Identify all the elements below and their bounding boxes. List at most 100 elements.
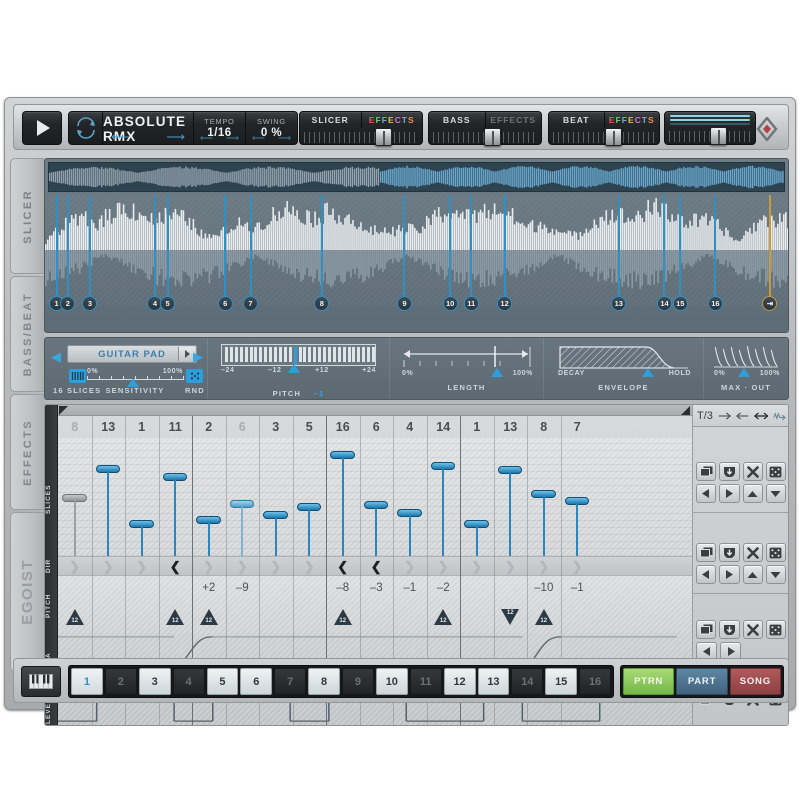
clear-button[interactable] bbox=[742, 462, 763, 481]
slice-marker-line[interactable] bbox=[449, 195, 452, 296]
slice-number-cell[interactable]: 5 bbox=[293, 416, 327, 438]
slice-end-handle[interactable]: ⇥ bbox=[762, 296, 778, 311]
pattern-button-5[interactable]: 5 bbox=[206, 668, 239, 695]
octave-up-marker[interactable]: 12 bbox=[166, 609, 185, 626]
pattern-button-14[interactable]: 14 bbox=[511, 668, 544, 695]
pitch-value-cell[interactable]: –8 bbox=[326, 580, 360, 596]
slice-end-line[interactable] bbox=[768, 195, 771, 296]
pattern-button-6[interactable]: 6 bbox=[240, 668, 273, 695]
loop-end-handle[interactable] bbox=[681, 406, 690, 415]
slice-number-cell[interactable]: 13 bbox=[92, 416, 126, 438]
slice-marker-2[interactable]: 2 bbox=[60, 296, 76, 311]
slice-marker-10[interactable]: 10 bbox=[442, 296, 458, 311]
module-bass[interactable]: BASS EFFECTS bbox=[428, 111, 542, 146]
sensitivity-control[interactable]: 0% 100% SENSITIVITY bbox=[87, 368, 184, 395]
slice-number-cell[interactable]: 7 bbox=[561, 416, 595, 438]
slice-marker-16[interactable]: 16 bbox=[707, 296, 723, 311]
nudge-up-button[interactable] bbox=[742, 565, 763, 584]
keyboard-button[interactable] bbox=[21, 666, 61, 697]
master-slider[interactable] bbox=[667, 127, 753, 145]
direction-forward-icon[interactable]: ❯ bbox=[293, 559, 327, 575]
slice-marker-13[interactable]: 13 bbox=[611, 296, 627, 311]
mode-button-ptrn[interactable]: PTRN bbox=[623, 668, 675, 695]
pitch-value-cell[interactable]: –2 bbox=[427, 580, 461, 596]
tempo-next-icon[interactable]: ⟶ bbox=[226, 134, 239, 143]
tempo-control[interactable]: TEMPO 1/16 ⟵ ⟶ bbox=[193, 112, 245, 144]
module-slicer[interactable]: SLICER EFFECTS bbox=[299, 111, 423, 146]
pattern-button-3[interactable]: 3 bbox=[138, 668, 171, 695]
loop-start-handle[interactable] bbox=[59, 406, 68, 415]
mode-button-song[interactable]: SONG bbox=[729, 668, 781, 695]
dice-button[interactable] bbox=[765, 620, 786, 639]
module-slider[interactable] bbox=[302, 128, 420, 146]
module-name[interactable]: BASS bbox=[429, 112, 486, 128]
quantize-value[interactable]: T/3 bbox=[697, 410, 713, 422]
module-slider-knob[interactable] bbox=[484, 128, 502, 146]
nudge-up-button[interactable] bbox=[742, 484, 763, 503]
arrow-left-icon[interactable] bbox=[735, 410, 749, 422]
direction-reverse-icon[interactable]: ❮ bbox=[360, 559, 394, 575]
envelope-slider-handle[interactable] bbox=[641, 368, 654, 377]
slice-number-cell[interactable]: 11 bbox=[159, 416, 193, 438]
octave-up-marker[interactable]: 12 bbox=[534, 609, 553, 626]
slice-marker-line[interactable] bbox=[714, 195, 717, 296]
mode-button-part[interactable]: PART bbox=[676, 668, 728, 695]
slice-marker-12[interactable]: 12 bbox=[497, 296, 513, 311]
direction-forward-icon[interactable]: ❯ bbox=[494, 559, 528, 575]
direction-lane[interactable]: ❯ ❯ ❯ ❮ ❯ ❯ ❯ ❯ ❮ ❮ ❯ ❯ ❯ ❯ ❯ ❯ bbox=[58, 556, 788, 576]
direction-forward-icon[interactable]: ❯ bbox=[527, 559, 561, 575]
nudge-right-button[interactable] bbox=[719, 484, 740, 503]
pattern-button-11[interactable]: 11 bbox=[409, 668, 442, 695]
pitch-value-cell[interactable]: –3 bbox=[360, 580, 394, 596]
swing-next-icon[interactable]: ⟶ bbox=[278, 134, 291, 143]
slice-marker-line[interactable] bbox=[470, 195, 473, 296]
copy-button[interactable] bbox=[696, 620, 717, 639]
pattern-buttons[interactable]: 1 2 3 4 5 6 7 8 9 10 11 12 13 14 15 16 bbox=[68, 665, 614, 698]
paste-button[interactable] bbox=[719, 462, 740, 481]
waveform-overview[interactable] bbox=[48, 162, 785, 192]
pitch-value-cell[interactable]: –1 bbox=[393, 580, 427, 596]
rnd-control[interactable]: RND bbox=[185, 369, 205, 395]
preset-next-icon[interactable]: ⟶ bbox=[166, 130, 185, 143]
slice-marker-line[interactable] bbox=[679, 195, 682, 296]
slice-marker-15[interactable]: 15 bbox=[672, 296, 688, 311]
swing-prev-icon[interactable]: ⟵ bbox=[252, 134, 265, 143]
direction-forward-icon[interactable]: ❯ bbox=[58, 559, 92, 575]
slice-number-cell[interactable]: 1 bbox=[460, 416, 494, 438]
pattern-button-7[interactable]: 7 bbox=[274, 668, 307, 695]
slice-marker-line[interactable] bbox=[55, 195, 58, 296]
module-name[interactable]: SLICER bbox=[300, 112, 362, 128]
slice-marker-8[interactable]: 8 bbox=[314, 296, 330, 311]
preset-name-display[interactable]: ABSOLUTE RMX ⟵ ⟶ bbox=[103, 112, 193, 144]
octave-up-marker[interactable]: 12 bbox=[333, 609, 352, 626]
paste-button[interactable] bbox=[719, 620, 740, 639]
direction-forward-icon[interactable]: ❯ bbox=[561, 559, 595, 575]
waveform-main[interactable] bbox=[45, 195, 788, 306]
play-button[interactable] bbox=[22, 111, 62, 145]
sidebar-tab-effects[interactable]: EFFECTS bbox=[10, 394, 44, 510]
preset-prev-button[interactable]: ◀ bbox=[51, 349, 61, 365]
slice-marker-line[interactable] bbox=[617, 195, 620, 296]
direction-forward-icon[interactable]: ❯ bbox=[92, 559, 126, 575]
direction-forward-icon[interactable]: ❯ bbox=[259, 559, 293, 575]
slice-number-cell[interactable]: 3 bbox=[259, 416, 293, 438]
nudge-right-button[interactable] bbox=[719, 565, 740, 584]
pattern-button-4[interactable]: 4 bbox=[172, 668, 205, 695]
slice-marker-6[interactable]: 6 bbox=[217, 296, 233, 311]
pitch-value-cell[interactable]: –9 bbox=[226, 580, 260, 596]
octave-down-marker[interactable]: 12 bbox=[501, 609, 520, 626]
sequencer-header-strip[interactable] bbox=[58, 405, 788, 416]
master-slider-knob[interactable] bbox=[710, 127, 728, 145]
module-name[interactable]: BEAT bbox=[549, 112, 605, 128]
octave-up-marker[interactable]: 12 bbox=[434, 609, 453, 626]
slice-number-cell[interactable]: 1 bbox=[125, 416, 159, 438]
slice-marker-11[interactable]: 11 bbox=[463, 296, 479, 311]
master-level-panel[interactable] bbox=[664, 111, 756, 145]
pattern-button-1[interactable]: 1 bbox=[71, 668, 103, 695]
slice-marker-line[interactable] bbox=[403, 195, 406, 296]
module-slider-knob[interactable] bbox=[375, 128, 393, 146]
nudge-down-button[interactable] bbox=[765, 484, 786, 503]
slice-number-cell[interactable]: 4 bbox=[393, 416, 427, 438]
pitch-value-cell[interactable]: –10 bbox=[527, 580, 561, 596]
slice-number-cell[interactable]: 6 bbox=[360, 416, 394, 438]
